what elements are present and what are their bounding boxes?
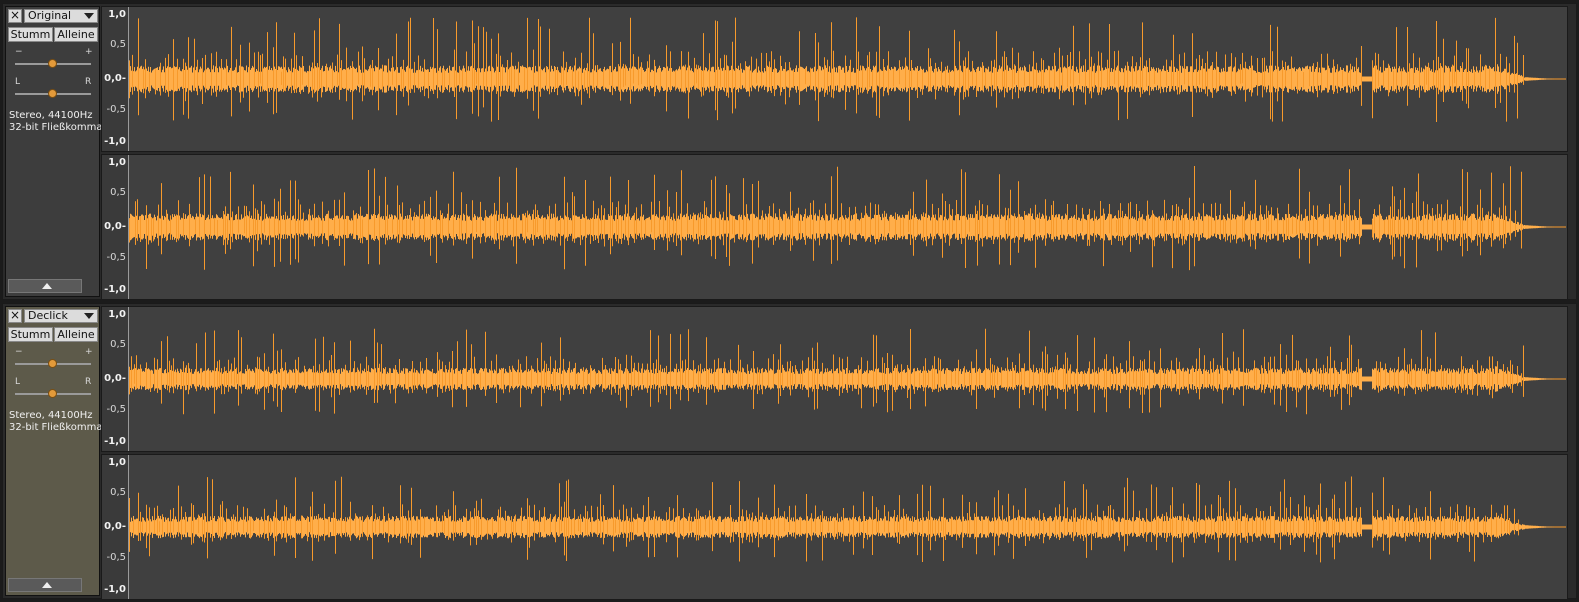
close-icon: × — [9, 308, 21, 322]
ruler-tick: 0,5 — [110, 39, 126, 50]
ruler-tick: 0,5 — [110, 339, 126, 350]
waveform[interactable] — [129, 7, 1566, 151]
amplitude-ruler: 1,0 0,5 0,0- -0,5 -1,0 — [102, 155, 129, 299]
pan-right-label: R — [85, 377, 92, 387]
ruler-tick: -0,5 — [106, 104, 126, 115]
ruler-tick: -0,5 — [106, 252, 126, 263]
track-format-info: Stereo, 44100Hz 32-bit Fließkomma — [9, 410, 102, 434]
ruler-tick: -1,0 — [104, 136, 126, 147]
amplitude-ruler: 1,0 0,5 0,0- -0,5 -1,0 — [102, 307, 129, 451]
gain-minus-label: − — [15, 347, 23, 357]
ruler-tick: 0,0- — [104, 373, 126, 384]
ruler-tick: -1,0 — [104, 436, 126, 447]
track-name: Declick — [28, 309, 68, 322]
mute-button[interactable]: Stumm — [8, 27, 53, 42]
track-name-menu[interactable]: Original — [24, 9, 98, 23]
track-original: × Original Stumm Alleine − + L R Stereo,… — [2, 3, 1577, 300]
close-track-button[interactable]: × — [8, 9, 22, 23]
track-sample-rate: Stereo, 44100Hz — [9, 410, 93, 421]
close-icon: × — [9, 8, 21, 22]
track-format-info: Stereo, 44100Hz 32-bit Fließkomma — [9, 110, 102, 134]
ruler-tick: 1,0 — [108, 309, 126, 320]
pan-left-label: L — [15, 77, 21, 87]
track-sample-rate: Stereo, 44100Hz — [9, 110, 93, 121]
collapse-track-button[interactable] — [8, 279, 82, 293]
dropdown-arrow-icon — [84, 313, 94, 319]
gain-slider-knob[interactable] — [48, 59, 57, 68]
gain-minus-label: − — [15, 47, 23, 57]
track-name-menu[interactable]: Declick — [24, 309, 98, 323]
pan-right-label: R — [85, 77, 92, 87]
waveform-channel-right[interactable]: 1,0 0,5 0,0- -0,5 -1,0 — [101, 454, 1568, 600]
waveform[interactable] — [129, 155, 1566, 299]
close-track-button[interactable]: × — [8, 309, 22, 323]
ruler-tick: 0,5 — [110, 187, 126, 198]
track-sample-format: 32-bit Fließkomma — [9, 122, 103, 133]
track-declick: × Declick Stumm Alleine − + L R Stereo, … — [2, 303, 1577, 600]
waveform[interactable] — [129, 307, 1566, 451]
dropdown-arrow-icon — [84, 13, 94, 19]
ruler-tick: 1,0 — [108, 157, 126, 168]
mute-button[interactable]: Stumm — [8, 327, 53, 342]
track-sample-format: 32-bit Fließkomma — [9, 422, 103, 433]
track-name: Original — [28, 9, 72, 22]
pan-slider-knob[interactable] — [48, 89, 57, 98]
pan-left-label: L — [15, 377, 21, 387]
ruler-tick: 0,0- — [104, 221, 126, 232]
gain-plus-label: + — [85, 347, 93, 357]
ruler-tick: -0,5 — [106, 552, 126, 563]
collapse-track-button[interactable] — [8, 578, 82, 592]
solo-button[interactable]: Alleine — [54, 327, 98, 342]
solo-button[interactable]: Alleine — [54, 27, 98, 42]
waveform-channel-left[interactable]: 1,0 0,5 0,0- -0,5 -1,0 — [101, 6, 1568, 152]
track-control-panel: × Declick Stumm Alleine − + L R Stereo, … — [5, 306, 102, 596]
gain-slider-knob[interactable] — [48, 359, 57, 368]
amplitude-ruler: 1,0 0,5 0,0- -0,5 -1,0 — [102, 455, 129, 599]
waveform-channel-right[interactable]: 1,0 0,5 0,0- -0,5 -1,0 — [101, 154, 1568, 300]
ruler-tick: -1,0 — [104, 284, 126, 295]
waveform-channel-left[interactable]: 1,0 0,5 0,0- -0,5 -1,0 — [101, 306, 1568, 452]
ruler-tick: -1,0 — [104, 584, 126, 595]
ruler-tick: 0,5 — [110, 487, 126, 498]
waveform[interactable] — [129, 455, 1566, 599]
ruler-tick: 1,0 — [108, 9, 126, 20]
ruler-tick: 1,0 — [108, 457, 126, 468]
chevron-up-icon — [42, 582, 52, 588]
track-control-panel: × Original Stumm Alleine − + L R Stereo,… — [5, 6, 102, 297]
chevron-up-icon — [42, 283, 52, 289]
ruler-tick: 0,0- — [104, 521, 126, 532]
ruler-tick: 0,0- — [104, 73, 126, 84]
gain-plus-label: + — [85, 47, 93, 57]
amplitude-ruler: 1,0 0,5 0,0- -0,5 -1,0 — [102, 7, 129, 151]
ruler-tick: -0,5 — [106, 404, 126, 415]
pan-slider-knob[interactable] — [48, 389, 57, 398]
